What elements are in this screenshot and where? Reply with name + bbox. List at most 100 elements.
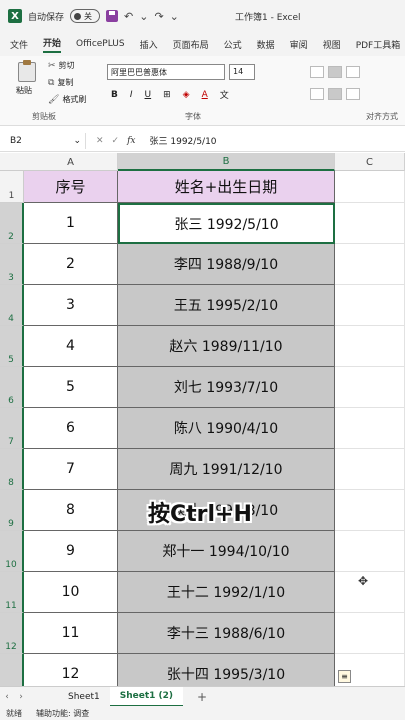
- table-cell[interactable]: 刘七 1993/7/10: [118, 367, 335, 408]
- tab-view[interactable]: 视图: [323, 38, 341, 51]
- sheet-prev-icon[interactable]: ‹: [0, 692, 14, 702]
- column-header-c[interactable]: C: [335, 153, 405, 171]
- table-cell[interactable]: 李十三 1988/6/10: [118, 613, 335, 654]
- empty-cell[interactable]: [335, 171, 405, 203]
- row-header[interactable]: 11: [0, 572, 24, 613]
- formula-input[interactable]: 张三 1992/5/10: [136, 134, 217, 147]
- tab-formulas[interactable]: 公式: [224, 38, 242, 51]
- phonetic-icon[interactable]: 文: [220, 88, 229, 101]
- row-header[interactable]: 3: [0, 244, 24, 285]
- align-bottom-icon[interactable]: [346, 66, 360, 78]
- table-cell[interactable]: 6: [24, 408, 118, 449]
- accessibility-status[interactable]: 辅助功能: 调查: [36, 708, 89, 719]
- format-painter-button[interactable]: 🖌 格式刷: [48, 94, 86, 105]
- undo-dropdown-icon[interactable]: ⌄: [139, 10, 148, 23]
- fill-color-icon[interactable]: ◈: [183, 90, 190, 100]
- empty-cell[interactable]: [335, 408, 405, 449]
- column-header-a[interactable]: A: [24, 153, 118, 171]
- customize-toolbar-icon[interactable]: ⌄: [170, 10, 179, 23]
- row-header[interactable]: 7: [0, 408, 24, 449]
- align-left-icon[interactable]: [310, 88, 324, 100]
- row-header[interactable]: 2: [0, 203, 24, 244]
- table-cell[interactable]: 王十二 1992/1/10: [118, 572, 335, 613]
- border-icon[interactable]: ⊞: [163, 90, 171, 100]
- tab-officeplus[interactable]: OfficePLUS: [76, 39, 125, 49]
- empty-cell[interactable]: [335, 244, 405, 285]
- table-header-cell[interactable]: 姓名+出生日期: [118, 171, 335, 203]
- table-cell[interactable]: 2: [24, 244, 118, 285]
- empty-cell[interactable]: [335, 203, 405, 244]
- table-cell[interactable]: 5: [24, 367, 118, 408]
- row-header[interactable]: 5: [0, 326, 24, 367]
- table-cell[interactable]: 3: [24, 285, 118, 326]
- table-header-cell[interactable]: 序号: [24, 171, 118, 203]
- tab-pdf-tools[interactable]: PDF工具箱: [356, 38, 401, 51]
- align-middle-icon[interactable]: [328, 66, 342, 78]
- table-cell[interactable]: 李四 1988/9/10: [118, 244, 335, 285]
- empty-cell[interactable]: [335, 367, 405, 408]
- autosave-toggle[interactable]: 关: [70, 9, 101, 23]
- tab-insert[interactable]: 插入: [140, 38, 158, 51]
- empty-cell[interactable]: [335, 285, 405, 326]
- table-cell[interactable]: 1: [24, 203, 118, 244]
- align-top-icon[interactable]: [310, 66, 324, 78]
- sheet-tab-sheet1-2[interactable]: Sheet1 (2): [109, 686, 184, 707]
- tab-home[interactable]: 开始: [43, 36, 62, 53]
- empty-cell[interactable]: [335, 613, 405, 654]
- cut-button[interactable]: ✂ 剪切: [48, 60, 75, 71]
- clipboard-group: 粘贴 ✂ 剪切 ⧉ 复制 🖌 格式刷 剪贴板: [10, 58, 102, 124]
- table-cell[interactable]: 7: [24, 449, 118, 490]
- font-size-select[interactable]: 14: [229, 64, 255, 80]
- table-cell[interactable]: 11: [24, 613, 118, 654]
- table-cell[interactable]: 周九 1991/12/10: [118, 449, 335, 490]
- insert-function-icon[interactable]: fx: [127, 136, 135, 146]
- row-header[interactable]: 1: [0, 171, 24, 203]
- table-cell[interactable]: 陈八 1990/4/10: [118, 408, 335, 449]
- quick-analysis-icon[interactable]: ≡: [338, 670, 351, 683]
- row-header[interactable]: 4: [0, 285, 24, 326]
- column-header-b[interactable]: B: [118, 153, 335, 171]
- font-color-button[interactable]: A: [202, 90, 208, 100]
- tab-data[interactable]: 数据: [257, 38, 275, 51]
- empty-cell[interactable]: [335, 326, 405, 367]
- table-cell[interactable]: 10: [24, 572, 118, 613]
- row-header[interactable]: 12: [0, 613, 24, 654]
- table-cell[interactable]: 王五 1995/2/10: [118, 285, 335, 326]
- italic-button[interactable]: I: [130, 90, 133, 100]
- row-header[interactable]: 8: [0, 449, 24, 490]
- redo-icon[interactable]: ↷: [154, 10, 163, 23]
- font-name-select[interactable]: 阿里巴巴普惠体: [107, 64, 225, 80]
- confirm-icon[interactable]: ✓: [112, 136, 120, 146]
- empty-cell[interactable]: [335, 490, 405, 531]
- row-header[interactable]: 6: [0, 367, 24, 408]
- paste-button[interactable]: 粘贴: [16, 85, 32, 96]
- tab-review[interactable]: 审阅: [290, 38, 308, 51]
- bold-button[interactable]: B: [111, 90, 118, 100]
- underline-button[interactable]: U: [145, 90, 152, 100]
- align-right-icon[interactable]: [346, 88, 360, 100]
- table-cell[interactable]: 郑十一 1994/10/10: [118, 531, 335, 572]
- sheet-next-icon[interactable]: ›: [14, 692, 28, 702]
- tab-file[interactable]: 文件: [10, 38, 28, 51]
- save-icon[interactable]: [106, 10, 119, 22]
- copy-button[interactable]: ⧉ 复制: [48, 77, 73, 88]
- table-cell[interactable]: 9: [24, 531, 118, 572]
- tab-page-layout[interactable]: 页面布局: [173, 38, 209, 51]
- add-sheet-button[interactable]: +: [183, 690, 207, 704]
- cancel-icon[interactable]: ✕: [96, 136, 104, 146]
- paste-icon[interactable]: [18, 60, 36, 82]
- align-center-icon[interactable]: [328, 88, 342, 100]
- undo-icon[interactable]: ↶: [124, 10, 133, 23]
- name-box[interactable]: B2 ⌄: [6, 132, 86, 149]
- row-header[interactable]: 10: [0, 531, 24, 572]
- active-cell[interactable]: 张三 1992/5/10: [118, 203, 335, 244]
- table-cell[interactable]: 赵六 1989/11/10: [118, 326, 335, 367]
- excel-logo-icon: X: [8, 9, 22, 23]
- empty-cell[interactable]: [335, 531, 405, 572]
- table-cell[interactable]: 4: [24, 326, 118, 367]
- table-cell[interactable]: 8: [24, 490, 118, 531]
- empty-cell[interactable]: [335, 449, 405, 490]
- sheet-tab-sheet1[interactable]: Sheet1: [58, 687, 110, 707]
- empty-cell[interactable]: [335, 572, 405, 613]
- row-header[interactable]: 9: [0, 490, 24, 531]
